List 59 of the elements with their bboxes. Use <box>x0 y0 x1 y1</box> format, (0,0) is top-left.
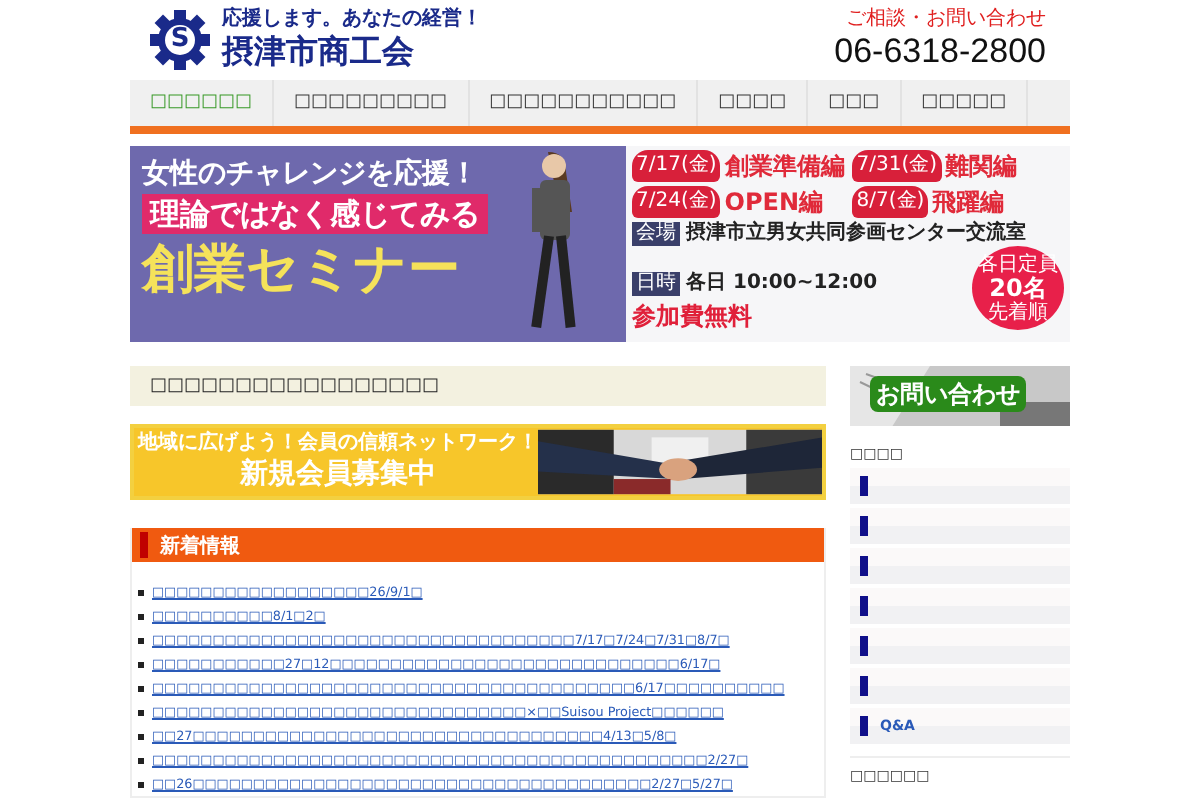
sidebar-item[interactable] <box>850 668 1070 704</box>
sidebar-item[interactable] <box>850 628 1070 664</box>
banner-title: 創業セミナー <box>142 238 460 304</box>
nav-item[interactable]: □□□□□□□□□□□ <box>469 80 699 126</box>
page-title: □□□□□□□□□□□□□□□□□ <box>130 366 826 406</box>
bullet-icon <box>138 733 144 739</box>
marker-icon <box>860 556 868 576</box>
capacity-text: 20名 <box>989 275 1047 301</box>
marker-icon <box>860 716 868 736</box>
session-title: 創業準備編 <box>724 150 845 182</box>
time-text: 各日 10:00~12:00 <box>686 272 878 296</box>
sidebar-item[interactable] <box>850 468 1070 504</box>
bullet-icon <box>138 757 144 763</box>
phone-number: 06-6318-2800 <box>834 32 1046 72</box>
marker-icon <box>860 516 868 536</box>
marker-icon <box>860 676 868 696</box>
nav-item[interactable]: □□□□□□□□□ <box>274 80 470 126</box>
info-label: 日時 <box>632 272 680 296</box>
marker-icon <box>860 636 868 656</box>
marker-icon <box>860 596 868 616</box>
info-label: 会場 <box>632 222 680 246</box>
capacity-text: 先着順 <box>988 301 1048 323</box>
contact-label: ご相談・お問い合わせ <box>846 8 1046 32</box>
button-label: お問い合わせ <box>870 376 1026 412</box>
bullet-icon <box>138 685 144 691</box>
sidebar-item[interactable] <box>850 508 1070 544</box>
bullet-icon <box>138 613 144 619</box>
bullet-icon <box>138 709 144 715</box>
session-title: 飛躍編 <box>932 186 1005 218</box>
tagline: 応援します。あなたの経営！ <box>222 8 484 32</box>
session-title: 難関編 <box>945 150 1018 182</box>
nav-item[interactable]: □□□ <box>808 80 902 126</box>
capacity-text: 各日定員 <box>978 253 1058 275</box>
bullet-icon <box>138 637 144 643</box>
bullet-icon <box>138 661 144 667</box>
nav-item[interactable]: □□□□□ <box>901 80 1029 126</box>
banner-headline: 新規会員募集中 <box>240 456 436 492</box>
fee-text: 参加費無料 <box>632 302 754 330</box>
banner-text: 地域に広げよう！会員の信頼ネットワーク！ <box>138 432 538 456</box>
bullet-icon <box>138 589 144 595</box>
logo-letter: S <box>170 26 190 54</box>
section-title: 新着情報 <box>160 532 240 559</box>
header-marker <box>140 532 148 558</box>
sidebar-item[interactable] <box>850 548 1070 584</box>
banner-headline: 理論ではなく感じてみる <box>142 194 488 234</box>
session-title: OPEN編 <box>724 186 824 218</box>
site-name: 摂津市商工会 <box>222 32 416 72</box>
marker-icon <box>860 476 868 496</box>
contact-button[interactable]: お問い合わせ <box>850 366 1070 426</box>
bullet-icon <box>138 781 144 787</box>
banner-text: 女性のチャレンジを応援！ <box>142 155 478 194</box>
date-badge: 7/24(金) <box>632 186 721 218</box>
date-badge: 7/31(金) <box>852 150 942 182</box>
date-badge: 8/7(金) <box>852 186 929 218</box>
venue-text: 摂津市立男女共同参画センター交流室 <box>686 222 1026 246</box>
date-badge: 7/17(金) <box>632 150 721 182</box>
nav-item[interactable]: □□□□ <box>698 80 809 126</box>
gear-icon <box>150 10 210 70</box>
sidebar-item[interactable] <box>850 588 1070 624</box>
